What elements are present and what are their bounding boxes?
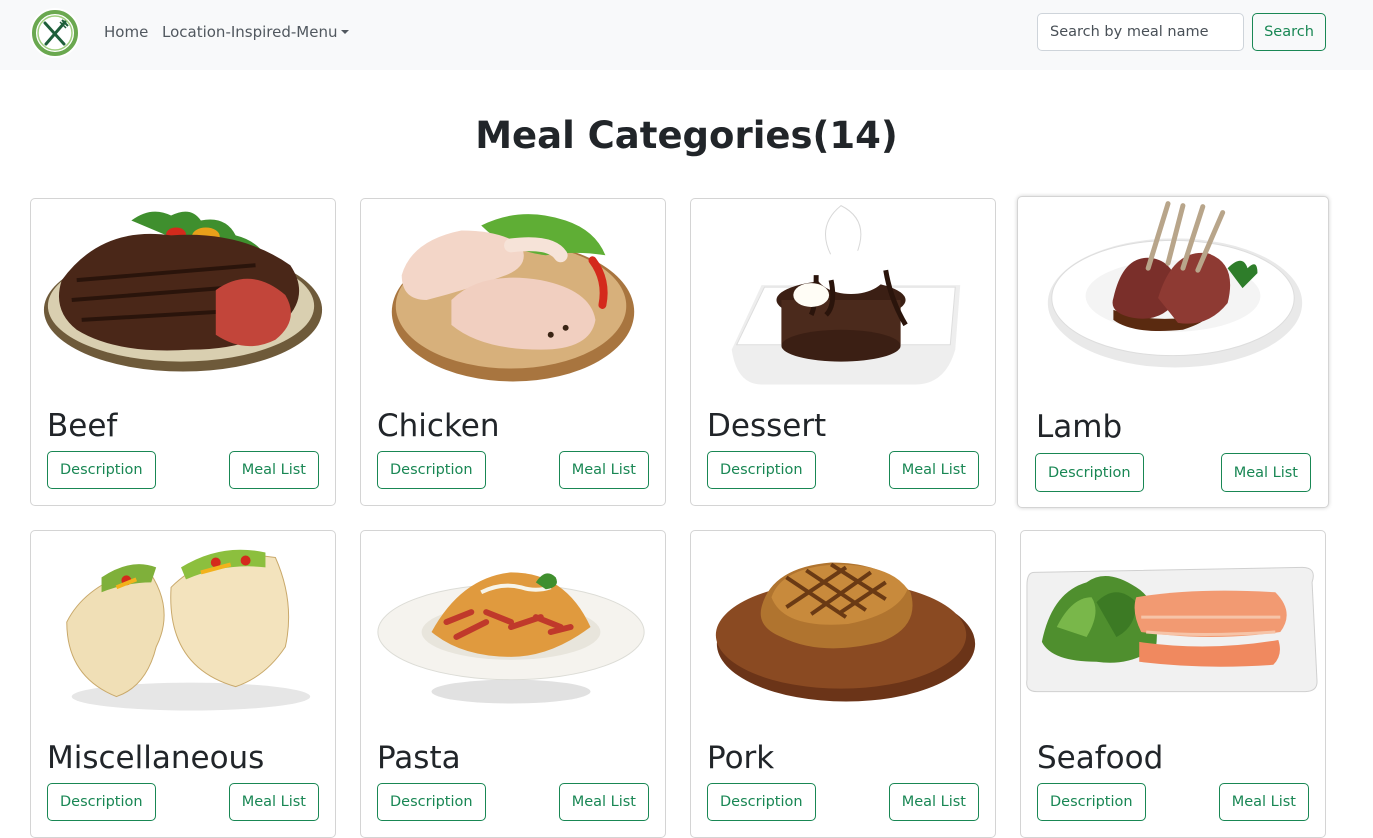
category-name: Lamb: [1036, 409, 1123, 445]
meal-list-button[interactable]: Meal List: [1218, 783, 1309, 821]
category-image-lamb: [1019, 198, 1327, 398]
nav-dropdown-location-inspired-menu[interactable]: Location-Inspired-Menu: [162, 22, 350, 42]
meal-list-button[interactable]: Meal List: [888, 783, 979, 821]
meal-list-button[interactable]: Meal List: [228, 783, 319, 821]
category-image-beef: [32, 200, 334, 400]
category-name: Miscellaneous: [47, 740, 265, 776]
category-name: Dessert: [707, 408, 827, 444]
category-image-miscellaneous: [32, 532, 334, 732]
description-button[interactable]: Description: [47, 783, 156, 821]
category-card-lamb: Lamb Description Meal List: [1017, 196, 1329, 508]
search-button[interactable]: Search: [1252, 13, 1326, 51]
meal-list-button[interactable]: Meal List: [558, 783, 649, 821]
meal-list-button[interactable]: Meal List: [888, 451, 979, 489]
category-name: Pasta: [377, 740, 461, 776]
category-name: Beef: [47, 408, 118, 444]
description-button[interactable]: Description: [377, 451, 486, 489]
description-button[interactable]: Description: [1035, 453, 1144, 492]
description-button[interactable]: Description: [707, 783, 816, 821]
description-button[interactable]: Description: [1037, 783, 1146, 821]
category-card-dessert: Dessert Description Meal List: [690, 198, 996, 506]
category-image-chicken: [362, 200, 664, 400]
category-card-beef: Beef Description Meal List: [30, 198, 336, 506]
meal-list-button[interactable]: Meal List: [1220, 453, 1311, 492]
page-title: Meal Categories(14): [475, 114, 898, 157]
search-input[interactable]: [1037, 13, 1244, 51]
category-image-dessert: [692, 200, 994, 400]
meal-list-button[interactable]: Meal List: [558, 451, 649, 489]
category-image-pasta: [362, 532, 664, 732]
category-name: Chicken: [377, 408, 500, 444]
navbar: Home Location-Inspired-Menu Search: [0, 0, 1373, 70]
logo-icon[interactable]: [30, 8, 80, 58]
category-image-pork: [692, 532, 994, 732]
category-card-pork: Pork Description Meal List: [690, 530, 996, 838]
description-button[interactable]: Description: [377, 783, 486, 821]
category-name: Seafood: [1037, 740, 1164, 776]
meal-list-button[interactable]: Meal List: [228, 451, 319, 489]
nav-link-home[interactable]: Home: [104, 22, 148, 42]
description-button[interactable]: Description: [47, 451, 156, 489]
category-image-seafood: [1022, 532, 1324, 732]
category-name: Pork: [707, 740, 775, 776]
category-card-miscellaneous: Miscellaneous Description Meal List: [30, 530, 336, 838]
category-card-chicken: Chicken Description Meal List: [360, 198, 666, 506]
category-card-seafood: Seafood Description Meal List: [1020, 530, 1326, 838]
nav-dropdown-label: Location-Inspired-Menu: [162, 23, 338, 41]
description-button[interactable]: Description: [707, 451, 816, 489]
caret-down-icon: [341, 30, 350, 34]
category-card-pasta: Pasta Description Meal List: [360, 530, 666, 838]
